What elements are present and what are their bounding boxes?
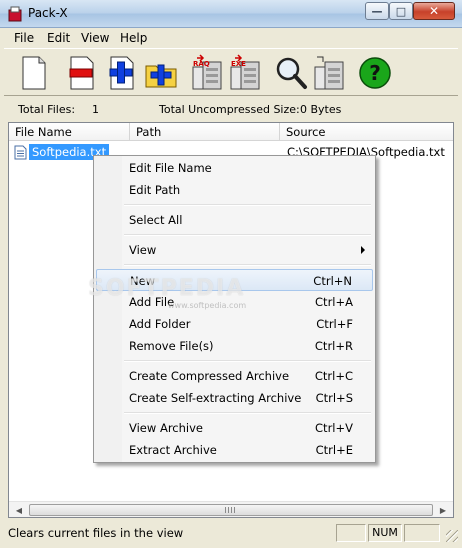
total-size-label: Total Uncompressed Size: — [159, 103, 300, 116]
minimize-icon: — — [371, 4, 383, 18]
status-text: Clears current files in the view — [8, 526, 184, 540]
menu-item-label: Extract Archive — [129, 443, 217, 457]
menu-item-shortcut: Ctrl+R — [314, 339, 353, 353]
menu-item-shortcut: Ctrl+A — [315, 295, 353, 309]
arrow-right-icon: ▶ — [439, 505, 447, 515]
help-icon: ? — [359, 57, 391, 89]
column-file-name[interactable]: File Name — [9, 123, 130, 141]
watermark-url: www.softpedia.com — [168, 301, 247, 310]
toolbar: RAQ EXE ? — [4, 48, 458, 96]
status-pane-empty — [336, 524, 366, 542]
menu-separator — [124, 264, 371, 266]
menu-item-remove-files[interactable]: Remove File(s) Ctrl+R — [96, 335, 373, 357]
menu-item-select-all[interactable]: Select All — [96, 209, 373, 231]
resize-grip-icon[interactable] — [446, 530, 458, 542]
menu-help[interactable]: Help — [120, 31, 147, 45]
scroll-left-button[interactable]: ◀ — [11, 503, 27, 517]
status-pane-empty — [404, 524, 440, 542]
menu-separator — [124, 360, 371, 362]
remove-file-icon — [69, 56, 94, 90]
window-title: Pack-X — [28, 6, 68, 20]
menu-item-shortcut: Ctrl+V — [315, 421, 353, 435]
menu-item-view[interactable]: View — [96, 239, 373, 261]
text-file-icon — [14, 145, 27, 160]
search-icon — [276, 57, 307, 89]
grip-icon — [225, 507, 235, 513]
column-source[interactable]: Source — [280, 123, 453, 141]
menu-item-shortcut: Ctrl+E — [315, 443, 353, 457]
menu-edit[interactable]: Edit — [47, 31, 70, 45]
scroll-right-button[interactable]: ▶ — [435, 503, 451, 517]
menu-item-create-compressed-archive[interactable]: Create Compressed Archive Ctrl+C — [96, 365, 373, 387]
create-compressed-archive-icon: RAQ — [192, 54, 222, 90]
menu-separator — [124, 412, 371, 414]
maximize-button[interactable]: □ — [389, 2, 413, 20]
add-file-icon — [109, 56, 134, 90]
menu-separator — [124, 234, 371, 236]
menu-item-create-self-extracting-archive[interactable]: Create Self-extracting Archive Ctrl+S — [96, 387, 373, 409]
menu-item-label: View — [129, 243, 157, 257]
new-file-icon — [22, 56, 46, 90]
menu-item-label: Create Compressed Archive — [129, 369, 290, 383]
menu-item-edit-file-name[interactable]: Edit File Name — [96, 157, 373, 179]
title-bar: Pack-X — □ ✕ — [0, 0, 462, 28]
list-header: File Name Path Source — [9, 123, 453, 141]
maximize-icon: □ — [395, 4, 407, 18]
info-bar: Total Files: 1 Total Uncompressed Size: … — [4, 97, 458, 121]
create-compressed-archive-button[interactable]: RAQ — [188, 53, 224, 91]
total-files-label: Total Files: — [18, 103, 76, 116]
menu-item-view-archive[interactable]: View Archive Ctrl+V — [96, 417, 373, 439]
menu-bar: File Edit View Help — [4, 28, 458, 48]
watermark: SOFTPEDIA — [88, 276, 246, 301]
close-icon: ✕ — [428, 4, 440, 18]
new-button[interactable] — [14, 53, 50, 91]
close-button[interactable]: ✕ — [413, 2, 455, 20]
menu-item-label: Add Folder — [129, 317, 191, 331]
arrow-left-icon: ◀ — [15, 505, 23, 515]
menu-item-shortcut: Ctrl+F — [316, 317, 353, 331]
menu-item-label: Select All — [129, 213, 183, 227]
add-file-button[interactable] — [102, 53, 138, 91]
scroll-thumb[interactable] — [29, 504, 433, 516]
extract-archive-icon — [314, 56, 344, 90]
submenu-arrow-icon — [361, 246, 365, 254]
view-archive-button[interactable] — [272, 53, 308, 91]
horizontal-scrollbar[interactable]: ◀ ▶ — [9, 501, 453, 517]
extract-archive-button[interactable] — [310, 53, 346, 91]
create-self-extracting-archive-button[interactable]: EXE — [226, 53, 262, 91]
menu-item-shortcut: Ctrl+N — [313, 274, 352, 288]
svg-text:RAQ: RAQ — [193, 60, 210, 68]
svg-text:?: ? — [369, 61, 381, 85]
total-files-value: 1 — [92, 103, 99, 116]
remove-file-button[interactable] — [62, 53, 98, 91]
menu-item-add-folder[interactable]: Add Folder Ctrl+F — [96, 313, 373, 335]
menu-item-edit-path[interactable]: Edit Path — [96, 179, 373, 201]
total-size-value: 0 Bytes — [300, 103, 342, 116]
menu-item-label: Edit File Name — [129, 161, 212, 175]
menu-item-label: Remove File(s) — [129, 339, 214, 353]
menu-item-extract-archive[interactable]: Extract Archive Ctrl+E — [96, 439, 373, 461]
add-folder-button[interactable] — [142, 53, 178, 91]
column-path[interactable]: Path — [130, 123, 280, 141]
app-icon — [8, 6, 22, 22]
menu-separator — [124, 204, 371, 206]
menu-item-label: View Archive — [129, 421, 203, 435]
add-folder-icon — [145, 64, 177, 88]
menu-item-label: Create Self-extracting Archive — [129, 391, 302, 405]
menu-item-shortcut: Ctrl+C — [314, 369, 353, 383]
status-num: NUM — [368, 524, 402, 542]
menu-item-shortcut: Ctrl+S — [315, 391, 353, 405]
create-self-extracting-archive-icon: EXE — [230, 54, 260, 90]
minimize-button[interactable]: — — [365, 2, 389, 20]
status-bar: Clears current files in the view NUM — [0, 520, 462, 548]
menu-view[interactable]: View — [81, 31, 109, 45]
help-button[interactable]: ? — [356, 53, 392, 91]
menu-file[interactable]: File — [14, 31, 34, 45]
menu-item-label: Edit Path — [129, 183, 181, 197]
